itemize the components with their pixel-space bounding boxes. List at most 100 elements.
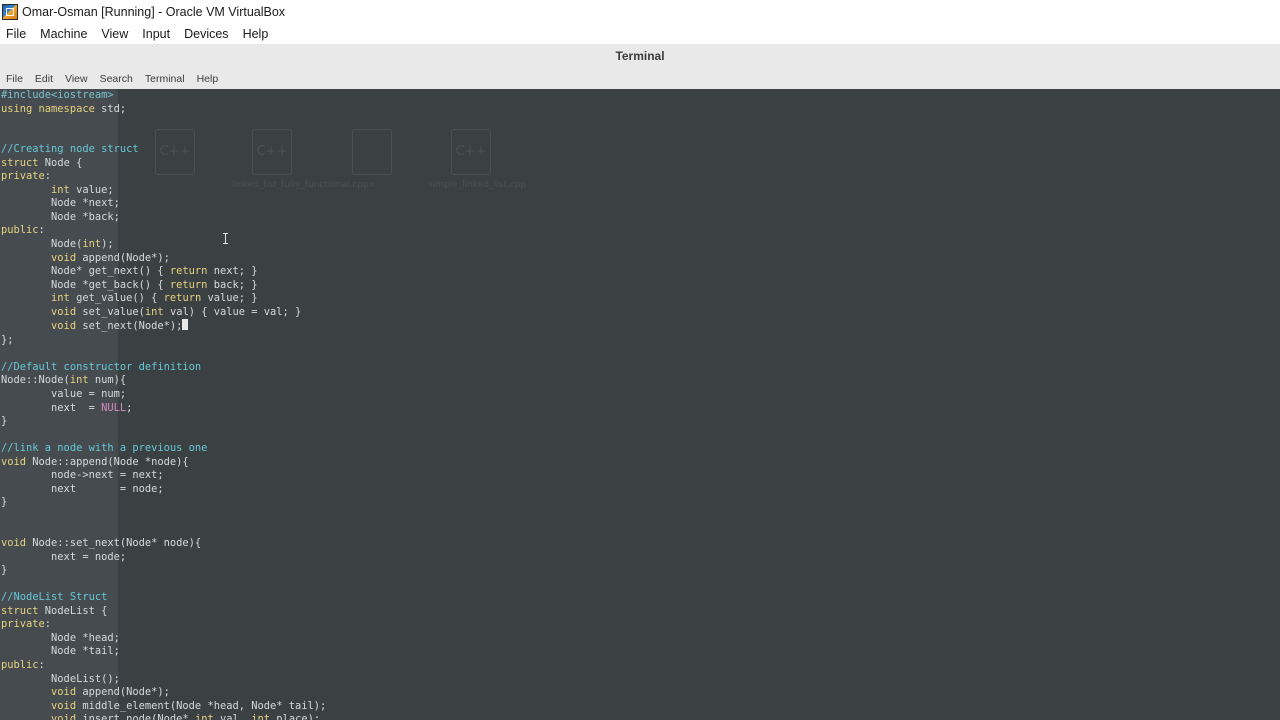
keyword-token: void: [51, 686, 77, 699]
code-line: ​: [1, 510, 326, 524]
terminal-menu-search[interactable]: Search: [94, 73, 139, 85]
keyword-token: struct: [1, 604, 39, 617]
background-file-item: C++ simple_linked_list.cpp: [428, 129, 526, 191]
terminal-content-area[interactable]: C++ C++ linked_list_fully_functional.cpp…: [0, 89, 1280, 720]
code-line: public:: [1, 224, 326, 238]
keyword-token: private: [1, 618, 45, 631]
code-line: }: [1, 415, 326, 429]
code-text: }: [1, 415, 8, 428]
keyword-token: void: [51, 699, 77, 712]
keyword-token: struct: [1, 156, 39, 169]
code-text: Node* get_next() {: [1, 265, 170, 278]
keyword-token: int: [51, 292, 70, 305]
code-text: value;: [69, 183, 114, 196]
terminal-menu-terminal[interactable]: Terminal: [139, 73, 191, 85]
virtualbox-icon: [2, 3, 18, 20]
code-line: value = num;: [1, 388, 326, 402]
code-line: Node *tail;: [1, 645, 326, 659]
keyword-token: public: [1, 658, 39, 671]
keyword-token: void: [51, 251, 77, 264]
keyword-token: int: [251, 713, 271, 720]
keyword-token: void: [1, 537, 27, 550]
code-line: void set_value(int val) { value = val; }: [1, 306, 326, 320]
code-line: void append(Node*);: [1, 686, 326, 700]
code-text: Node::Node(: [1, 374, 70, 387]
code-line: void middle_element(Node *head, Node* ta…: [1, 700, 326, 714]
code-line: };: [1, 334, 326, 348]
code-text: val) { value = val; }: [163, 305, 302, 318]
code-text: val,: [213, 713, 252, 720]
comment-token: //NodeList Struct: [1, 591, 108, 604]
keyword-token: return: [169, 265, 208, 278]
code-text: );: [101, 238, 114, 251]
code-line: //link a node with a previous one: [1, 442, 326, 456]
code-text: Node::append(Node *node){: [26, 455, 189, 468]
code-text: }: [1, 564, 8, 577]
host-menu-file[interactable]: File: [0, 27, 33, 41]
code-text: value; }: [201, 292, 258, 305]
code-text: Node::set_next(Node* node){: [26, 537, 202, 550]
code-text: NodeList();: [1, 672, 120, 685]
comment-token: //Default constructor definition: [1, 360, 202, 373]
keyword-token: int: [69, 374, 89, 387]
terminal-menu-help[interactable]: Help: [191, 73, 225, 85]
code-text: next = node;: [1, 550, 127, 563]
code-text: :: [38, 224, 45, 237]
code-line: private:: [1, 618, 326, 632]
keyword-token: return: [169, 278, 208, 291]
code-line: ​: [1, 130, 326, 144]
code-line: ​: [1, 524, 326, 538]
code-line: ​: [1, 116, 326, 130]
keyword-token: int: [194, 713, 214, 720]
code-line: void Node::set_next(Node* node){: [1, 537, 326, 551]
code-text: num){: [88, 374, 127, 387]
text-file-icon: [352, 129, 392, 175]
code-text: back; }: [207, 278, 258, 291]
code-text: ;: [126, 401, 133, 414]
code-text: set_value(: [76, 305, 145, 318]
host-menu-input[interactable]: Input: [135, 27, 177, 41]
comment-token: //Creating node struct: [1, 143, 139, 156]
code-line: void append(Node*);: [1, 252, 326, 266]
terminal-menu-file[interactable]: File: [0, 73, 29, 85]
code-line: }: [1, 564, 326, 578]
code-text: next =: [1, 401, 102, 414]
host-menu-view[interactable]: View: [94, 27, 135, 41]
code-text: Node *next;: [1, 197, 120, 210]
host-title-bar: Omar-Osman [Running] - Oracle VM Virtual…: [0, 0, 1280, 23]
code-line: #include<iostream>: [1, 89, 326, 103]
preprocessor-token: #include<iostream>: [1, 89, 114, 101]
code-text: Node *get_back() {: [1, 278, 170, 291]
keyword-token: using namespace: [1, 102, 95, 115]
code-line: int value;: [1, 184, 326, 198]
source-code-text[interactable]: #include<iostream>using namespace std;​​…: [1, 89, 326, 720]
comment-token: //link a node with a previous one: [1, 442, 208, 455]
terminal-title-bar[interactable]: Terminal: [0, 44, 1280, 68]
code-text: Node *tail;: [1, 645, 120, 658]
code-line: int get_value() { return value; }: [1, 292, 326, 306]
code-line: Node *head;: [1, 632, 326, 646]
code-text: :: [44, 170, 52, 183]
terminal-menu-edit[interactable]: Edit: [29, 73, 59, 85]
code-line: ​: [1, 578, 326, 592]
code-text: next = node;: [1, 482, 164, 495]
code-line: Node *back;: [1, 211, 326, 225]
host-menu-help[interactable]: Help: [236, 27, 276, 41]
host-menu-machine[interactable]: Machine: [33, 27, 94, 41]
code-line: ​: [1, 429, 326, 443]
code-text: std;: [94, 102, 127, 115]
terminal-menu-view[interactable]: View: [59, 73, 94, 85]
code-line: next = node;: [1, 551, 326, 565]
code-line: next = NULL;: [1, 402, 326, 416]
code-line: using namespace std;: [1, 103, 326, 117]
code-line: //Creating node struct: [1, 143, 326, 157]
code-line: void Node::append(Node *node){: [1, 456, 326, 470]
host-menu-devices[interactable]: Devices: [177, 27, 235, 41]
code-line: Node* get_next() { return next; }: [1, 265, 326, 279]
